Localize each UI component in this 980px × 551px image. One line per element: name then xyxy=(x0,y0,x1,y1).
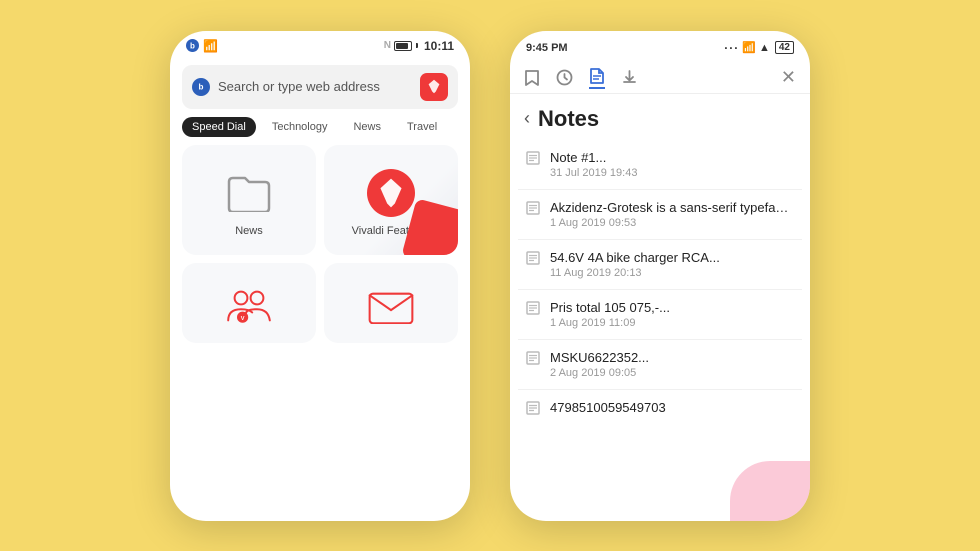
status-bar-left: b 📶 N 10:11 xyxy=(170,31,470,57)
wifi-icon: 📶 xyxy=(203,39,218,53)
clock-svg xyxy=(556,69,573,86)
document-svg xyxy=(589,67,605,85)
note-content-3: Pris total 105 075,-... 1 Aug 2019 11:09 xyxy=(550,300,794,329)
search-bar[interactable]: b Search or type web address xyxy=(182,65,458,109)
clock-icon[interactable] xyxy=(556,69,573,86)
tab-speed-dial[interactable]: Speed Dial xyxy=(182,117,256,137)
note-date-1: 1 Aug 2019 09:53 xyxy=(550,217,794,229)
svg-text:b: b xyxy=(199,82,204,91)
search-input-placeholder: Search or type web address xyxy=(218,79,412,94)
note-icon-5 xyxy=(526,401,540,415)
download-svg xyxy=(621,69,638,86)
note-icon-1 xyxy=(526,201,540,215)
svg-text:V: V xyxy=(241,316,245,322)
note-content-5: 4798510059549703 xyxy=(550,400,794,415)
notes-title-row: ‹ Notes xyxy=(510,94,810,140)
tab-news[interactable]: News xyxy=(343,117,391,137)
dial-news-label: News xyxy=(235,225,263,237)
note-date-0: 31 Jul 2019 19:43 xyxy=(550,167,794,179)
tabs-row: Speed Dial Technology News Travel xyxy=(170,117,470,145)
note-date-2: 11 Aug 2019 20:13 xyxy=(550,267,794,279)
speed-dial-grid: News Vivaldi Features xyxy=(170,145,470,255)
note-icon-2 xyxy=(526,251,540,265)
note-title-5: 4798510059549703 xyxy=(550,400,794,415)
dots-icon: ··· xyxy=(724,41,739,55)
wifi-right-icon: ▲ xyxy=(759,42,770,54)
note-item-1[interactable]: Akzidenz-Grotesk is a sans-serif typefac… xyxy=(518,190,802,240)
notes-phone: 9:45 PM ··· 📶 ▲ 42 xyxy=(510,31,810,521)
notes-list: Note #1... 31 Jul 2019 19:43 Akzidenz-Gr… xyxy=(510,140,810,425)
note-content-2: 54.6V 4A bike charger RCA... 11 Aug 2019… xyxy=(550,250,794,279)
note-content-4: MSKU6622352... 2 Aug 2019 09:05 xyxy=(550,350,794,379)
time-display-left: 10:11 xyxy=(424,39,454,53)
vivaldi-large-icon xyxy=(367,169,415,217)
signal-bars-icon: 📶 xyxy=(742,41,756,54)
note-icon-4 xyxy=(526,351,540,365)
note-title-4: MSKU6622352... xyxy=(550,350,794,365)
status-left: b 📶 xyxy=(186,39,218,53)
svg-text:b: b xyxy=(190,42,195,51)
status-right-right: ··· 📶 ▲ 42 xyxy=(724,41,794,55)
note-item-5[interactable]: 4798510059549703 xyxy=(518,390,802,425)
nfc-icon: N xyxy=(384,40,391,51)
vivaldi-large-icon-container xyxy=(367,169,415,217)
dial-item-vivaldi[interactable]: Vivaldi Features xyxy=(324,145,458,255)
note-date-4: 2 Aug 2019 09:05 xyxy=(550,367,794,379)
phones-container: b 📶 N 10:11 b Search or type web address xyxy=(170,31,810,521)
tab-technology[interactable]: Technology xyxy=(262,117,338,137)
status-right-left: N 10:11 xyxy=(384,39,454,53)
notes-page-title: Notes xyxy=(538,106,599,132)
note-title-3: Pris total 105 075,-... xyxy=(550,300,794,315)
status-bar-right: 9:45 PM ··· 📶 ▲ 42 xyxy=(510,31,810,59)
note-date-3: 1 Aug 2019 11:09 xyxy=(550,317,794,329)
folder-icon xyxy=(227,174,271,212)
notes-toolbar-icons xyxy=(524,67,638,89)
document-icon[interactable] xyxy=(589,67,605,89)
note-item-2[interactable]: 54.6V 4A bike charger RCA... 11 Aug 2019… xyxy=(518,240,802,290)
mail-icon xyxy=(368,288,414,324)
note-item-4[interactable]: MSKU6622352... 2 Aug 2019 09:05 xyxy=(518,340,802,390)
tab-travel[interactable]: Travel xyxy=(397,117,447,137)
battery-icon xyxy=(394,41,412,51)
battery-level: 42 xyxy=(775,41,794,54)
vivaldi-menu-button[interactable] xyxy=(420,73,448,101)
note-item-3[interactable]: Pris total 105 075,-... 1 Aug 2019 11:09 xyxy=(518,290,802,340)
dial-item-news[interactable]: News xyxy=(182,145,316,255)
browser-phone: b 📶 N 10:11 b Search or type web address xyxy=(170,31,470,521)
download-icon[interactable] xyxy=(621,69,638,86)
note-content-0: Note #1... 31 Jul 2019 19:43 xyxy=(550,150,794,179)
note-title-2: 54.6V 4A bike charger RCA... xyxy=(550,250,794,265)
note-icon-3 xyxy=(526,301,540,315)
pink-decoration xyxy=(730,461,810,521)
note-content-1: Akzidenz-Grotesk is a sans-serif typefac… xyxy=(550,200,794,229)
note-icon-0 xyxy=(526,151,540,165)
time-display-right: 9:45 PM xyxy=(526,42,568,54)
battery-tip xyxy=(416,43,418,48)
back-arrow-button[interactable]: ‹ xyxy=(524,108,530,129)
people-icon: V xyxy=(225,288,273,324)
close-button[interactable]: ✕ xyxy=(781,67,796,88)
vivaldi-search-icon: b xyxy=(192,78,210,96)
note-item-0[interactable]: Note #1... 31 Jul 2019 19:43 xyxy=(518,140,802,190)
bookmark-icon[interactable] xyxy=(524,69,540,87)
dial-item-mail[interactable] xyxy=(324,263,458,343)
note-title-1: Akzidenz-Grotesk is a sans-serif typefac… xyxy=(550,200,794,215)
dial-item-community[interactable]: V xyxy=(182,263,316,343)
note-title-0: Note #1... xyxy=(550,150,794,165)
folder-icon-container xyxy=(225,169,273,217)
speed-dial-grid-bottom: V xyxy=(170,255,470,343)
vivaldi-v-icon xyxy=(425,78,443,96)
b-logo-icon: b xyxy=(186,39,199,52)
notes-toolbar: ✕ xyxy=(510,59,810,94)
bookmark-svg xyxy=(524,69,540,87)
